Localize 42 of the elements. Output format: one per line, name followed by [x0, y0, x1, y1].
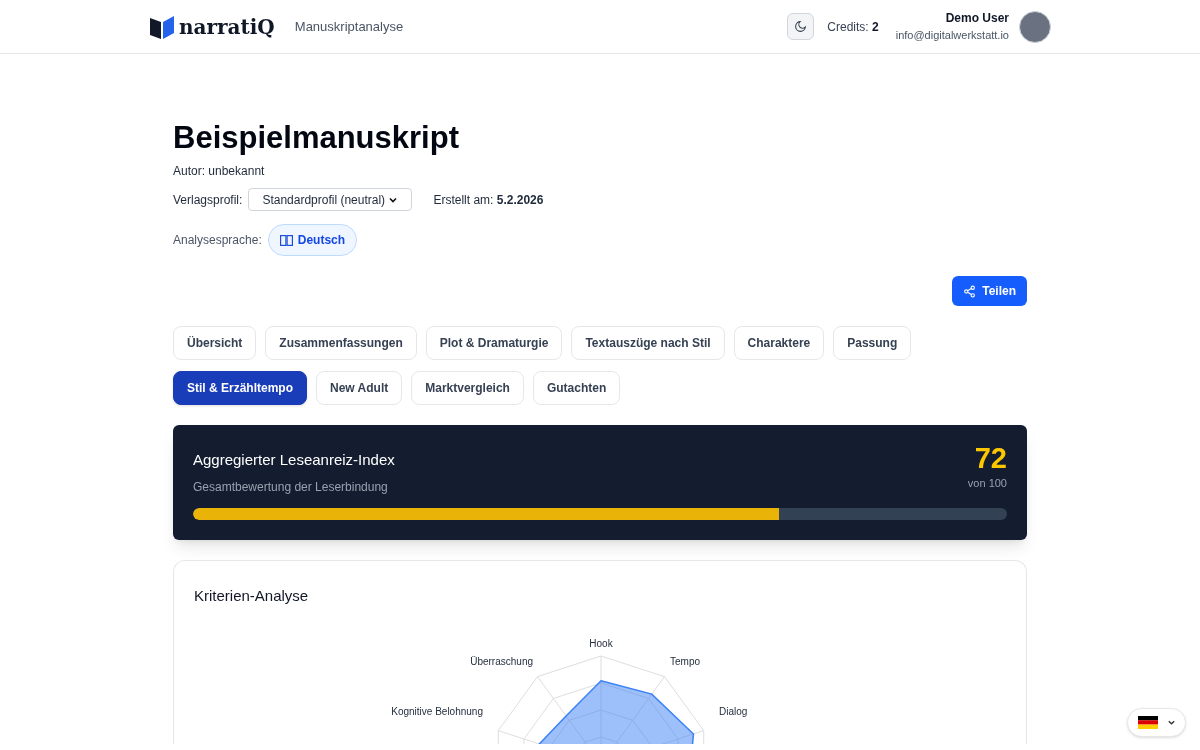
axis-label: Hook: [588, 637, 614, 650]
tab[interactable]: Charaktere: [733, 326, 825, 360]
book-logo-icon: [149, 13, 175, 40]
share-icon: [963, 284, 977, 298]
language-badge: Deutsch: [267, 224, 358, 256]
tab[interactable]: Plot & Dramaturgie: [425, 326, 563, 360]
tab[interactable]: Marktvergleich: [411, 371, 524, 405]
tab[interactable]: Textauszüge nach Stil: [571, 326, 725, 360]
tab[interactable]: Stil & Erzähltempo: [173, 371, 307, 405]
profile-label: Verlagsprofil:: [173, 191, 243, 209]
logo-text: narratiQ: [179, 13, 275, 41]
book-icon: [279, 234, 293, 246]
moon-icon: [794, 20, 808, 33]
tab[interactable]: Übersicht: [173, 326, 257, 360]
index-subtitle: Gesamtbewertung der Leserbindung: [193, 478, 389, 496]
criteria-title: Kriterien-Analyse: [194, 585, 310, 606]
user-name: Demo User: [945, 10, 1009, 28]
axis-label: Dialog: [719, 705, 748, 718]
language-label: Analysesprache:: [173, 232, 262, 249]
german-flag-icon: [1137, 716, 1158, 729]
index-score: 72: [974, 441, 1007, 475]
section-title: Manuskriptanalyse: [294, 17, 404, 36]
axis-label: Kognitive Belohnung: [391, 705, 483, 718]
tab[interactable]: New Adult: [316, 371, 403, 405]
tab[interactable]: Zusammenfassungen: [265, 326, 417, 360]
index-title: Aggregierter Leseanreiz-Index: [193, 450, 395, 470]
manuscript-title: Beispielmanuskript: [173, 120, 460, 156]
profile-select[interactable]: Standardprofil (neutral): [248, 188, 413, 211]
axis-label: Überraschung: [470, 655, 533, 668]
user-email: info@digitalwerkstatt.io: [895, 28, 1009, 44]
score-suffix: von 100: [967, 476, 1007, 491]
author-text: Autor: unbekannt: [173, 163, 266, 180]
share-button[interactable]: Teilen: [952, 276, 1027, 306]
created-date: Erstellt am: 5.2.2026: [433, 191, 544, 209]
axis-label: Tempo: [670, 655, 700, 668]
dark-mode-toggle[interactable]: [787, 13, 815, 40]
language-switcher[interactable]: [1127, 708, 1186, 737]
tab[interactable]: Passung: [833, 326, 912, 360]
user-avatar[interactable]: [1019, 10, 1051, 43]
tab[interactable]: Gutachten: [532, 371, 621, 405]
credits-count: Credits: 2: [827, 18, 879, 36]
chevron-down-icon: [1166, 718, 1176, 727]
